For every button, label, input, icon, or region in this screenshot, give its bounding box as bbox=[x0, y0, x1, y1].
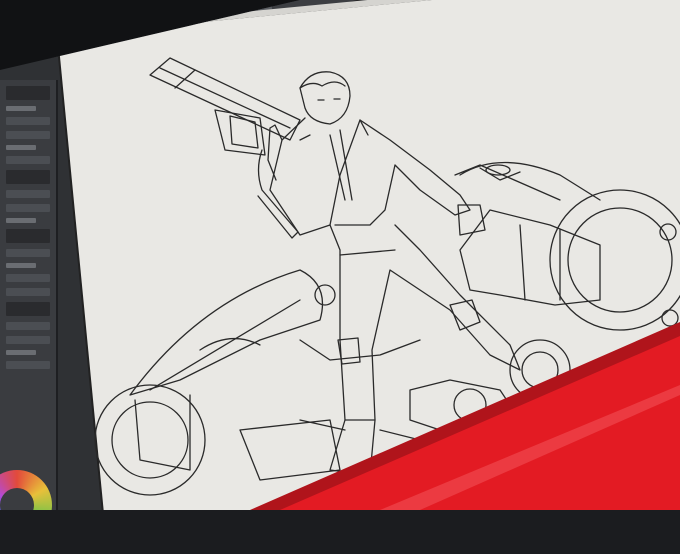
red-device-edge bbox=[250, 322, 680, 510]
eraser-icon[interactable] bbox=[79, 32, 96, 46]
select-icon[interactable] bbox=[119, 25, 135, 38]
app-window bbox=[0, 0, 680, 510]
brush-icon[interactable] bbox=[60, 36, 76, 49]
monitor-frame bbox=[0, 0, 680, 510]
fill-icon[interactable] bbox=[99, 29, 116, 42]
move-icon[interactable] bbox=[138, 21, 155, 35]
zoom-icon[interactable] bbox=[158, 18, 175, 31]
hand-icon[interactable] bbox=[178, 14, 194, 27]
pen-icon[interactable] bbox=[40, 40, 57, 53]
